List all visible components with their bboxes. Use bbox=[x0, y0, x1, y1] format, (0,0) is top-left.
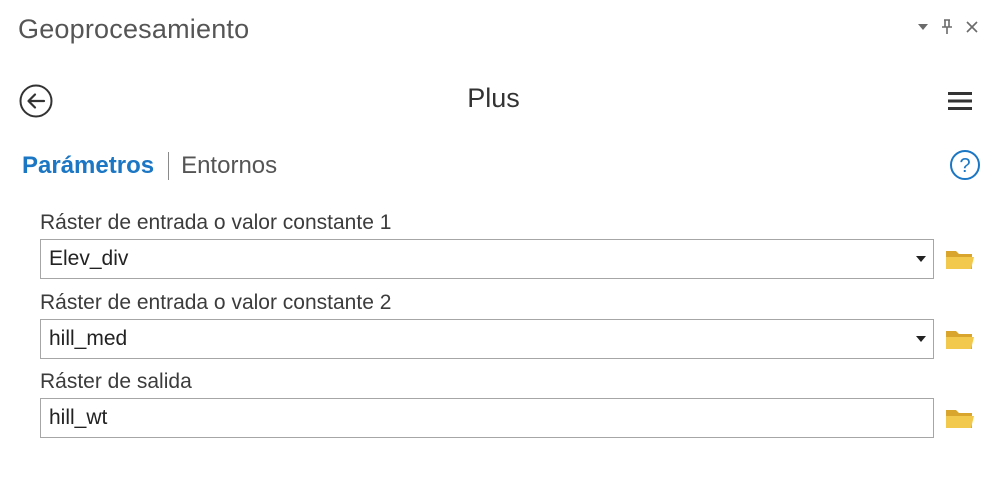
svg-text:?: ? bbox=[959, 155, 970, 177]
folder-icon bbox=[946, 331, 974, 349]
chevron-down-icon[interactable] bbox=[917, 14, 929, 40]
input-raster-1-value[interactable]: Elev_div bbox=[41, 247, 909, 271]
input-raster-2-combobox[interactable]: hill_med bbox=[40, 319, 934, 359]
folder-icon bbox=[946, 251, 974, 269]
param-label-output-raster: Ráster de salida bbox=[40, 370, 192, 393]
help-icon: ? bbox=[950, 150, 980, 180]
help-button[interactable]: ? bbox=[949, 149, 981, 181]
param-label-input-raster-2: Ráster de entrada o valor constante 2 bbox=[40, 291, 392, 314]
output-raster-input[interactable]: hill_wt bbox=[40, 398, 934, 438]
menu-button[interactable] bbox=[945, 86, 975, 116]
close-icon[interactable] bbox=[965, 14, 979, 40]
browse-output-raster-button[interactable] bbox=[944, 405, 976, 431]
dropdown-arrow-icon[interactable] bbox=[909, 240, 933, 278]
tab-divider bbox=[168, 152, 170, 180]
output-raster-value[interactable]: hill_wt bbox=[41, 406, 933, 430]
dropdown-arrow-icon[interactable] bbox=[909, 320, 933, 358]
tab-entornos[interactable]: Entornos bbox=[181, 152, 277, 180]
pin-icon[interactable] bbox=[941, 14, 953, 40]
input-raster-1-combobox[interactable]: Elev_div bbox=[40, 239, 934, 279]
folder-icon bbox=[946, 410, 974, 428]
hamburger-menu-icon bbox=[948, 92, 972, 110]
param-label-input-raster-1: Ráster de entrada o valor constante 1 bbox=[40, 211, 392, 234]
tab-bar: Parámetros Entornos bbox=[22, 152, 277, 180]
tab-parametros[interactable]: Parámetros bbox=[22, 152, 154, 180]
browse-input-raster-2-button[interactable] bbox=[944, 326, 976, 352]
browse-input-raster-1-button[interactable] bbox=[944, 246, 976, 272]
pane-title: Geoprocesamiento bbox=[18, 14, 250, 44]
input-raster-2-value[interactable]: hill_med bbox=[41, 327, 909, 351]
pane-window-controls bbox=[917, 14, 979, 40]
tool-title: Plus bbox=[467, 83, 520, 113]
